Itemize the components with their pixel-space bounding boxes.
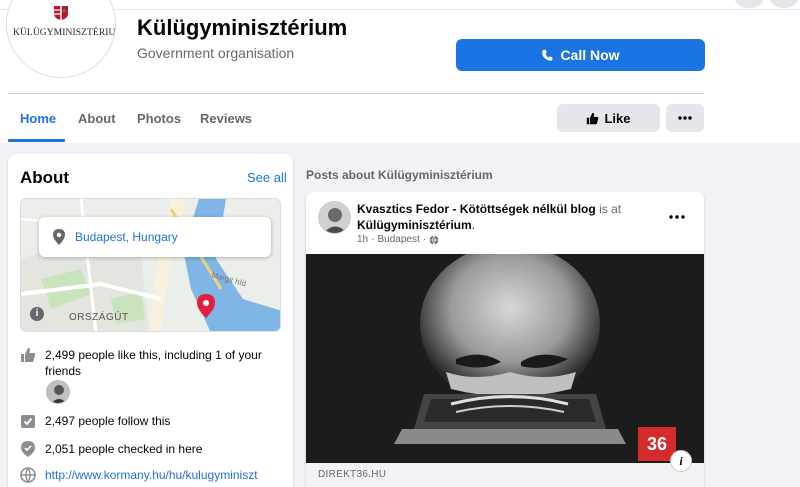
posts-heading: Posts about Külügyminisztérium	[306, 168, 493, 182]
more-options-button[interactable]	[666, 104, 704, 132]
map-district-label: ORSZÁGÚT	[69, 312, 129, 323]
tab-photos[interactable]: Photos	[137, 111, 181, 126]
ellipsis-icon	[678, 116, 692, 120]
post-options-button[interactable]	[668, 206, 686, 219]
follows-info: 2,497 people follow this	[20, 413, 170, 429]
post-connector: is at	[599, 202, 622, 216]
thumbs-up-icon	[21, 348, 36, 362]
see-all-link[interactable]: See all	[247, 170, 287, 185]
map-location-label: Budapest, Hungary	[75, 230, 178, 244]
checkins-count-text: 2,051 people checked in here	[45, 442, 203, 456]
like-button[interactable]: Like	[557, 104, 660, 132]
info-icon[interactable]: i	[670, 450, 692, 472]
person-icon	[47, 381, 69, 403]
tab-about[interactable]: About	[78, 111, 116, 126]
post-location[interactable]: Budapest	[377, 234, 419, 245]
post-meta: 1h · Budapest ·	[357, 234, 439, 245]
globe-icon	[20, 467, 36, 483]
likes-count-text: 2,499 people like this, including 1 of y…	[45, 348, 262, 378]
post-author-avatar[interactable]	[318, 201, 351, 234]
post-image[interactable]: 36	[306, 254, 704, 463]
location-pin-icon	[53, 229, 65, 245]
about-card: About See all Budapest, Hungary Margit h…	[8, 154, 293, 487]
coat-of-arms-icon	[54, 6, 68, 20]
public-globe-icon	[429, 234, 439, 245]
thumbs-up-icon	[587, 112, 599, 124]
meta-separator: ·	[422, 234, 427, 245]
header-divider	[8, 93, 704, 94]
logo-text: KÜLÜGYMINISZTÉRIUM	[13, 28, 116, 38]
post-time[interactable]: 1h	[357, 234, 368, 245]
post-author-link[interactable]: Kvasztics Fedor - Kötöttségek nélkül blo…	[357, 202, 596, 216]
phone-icon	[542, 49, 553, 61]
top-bar	[0, 0, 800, 10]
follows-count-text: 2,497 people follow this	[45, 414, 171, 428]
call-now-button[interactable]: Call Now	[456, 39, 705, 71]
post-card: Kvasztics Fedor - Kötöttségek nélkül blo…	[306, 192, 704, 487]
location-map[interactable]: Budapest, Hungary Margit híd i ORSZÁGÚT	[20, 198, 281, 332]
post-place-link[interactable]: Külügyminisztérium	[357, 218, 472, 232]
likes-info: 2,499 people like this, including 1 of y…	[20, 347, 270, 379]
tab-reviews[interactable]: Reviews	[200, 111, 252, 126]
page-title: Külügyminisztérium	[137, 15, 348, 40]
link-source-domain[interactable]: DIREKT36.HU	[318, 469, 386, 480]
website-link[interactable]: http://www.kormany.hu/hu/kulugyminiszt	[45, 467, 258, 483]
page-header: KÜLÜGYMINISZTÉRIUM Külügyminisztérium Go…	[0, 0, 800, 143]
map-info-icon[interactable]: i	[30, 307, 44, 321]
friend-avatar[interactable]	[46, 380, 70, 404]
map-location-card[interactable]: Budapest, Hungary	[39, 217, 271, 257]
active-tab-indicator	[8, 139, 65, 142]
nav-button[interactable]	[770, 0, 798, 8]
nav-button[interactable]	[735, 0, 763, 8]
website-info: http://www.kormany.hu/hu/kulugyminiszt	[20, 467, 258, 483]
tab-home[interactable]: Home	[20, 111, 56, 126]
map-marker-icon	[197, 294, 215, 318]
checkin-pin-icon	[21, 441, 35, 457]
like-label: Like	[604, 110, 631, 126]
meta-separator: ·	[371, 234, 375, 245]
about-title: About	[20, 168, 70, 187]
call-now-label: Call Now	[560, 47, 620, 63]
checkins-info: 2,051 people checked in here	[20, 441, 202, 457]
follow-icon	[21, 415, 35, 428]
person-icon	[319, 202, 350, 233]
page-category: Government organisation	[137, 45, 295, 61]
ellipsis-icon	[669, 215, 685, 219]
profile-picture[interactable]: KÜLÜGYMINISZTÉRIUM	[6, 0, 116, 78]
post-header: Kvasztics Fedor - Kötöttségek nélkül blo…	[357, 202, 622, 232]
